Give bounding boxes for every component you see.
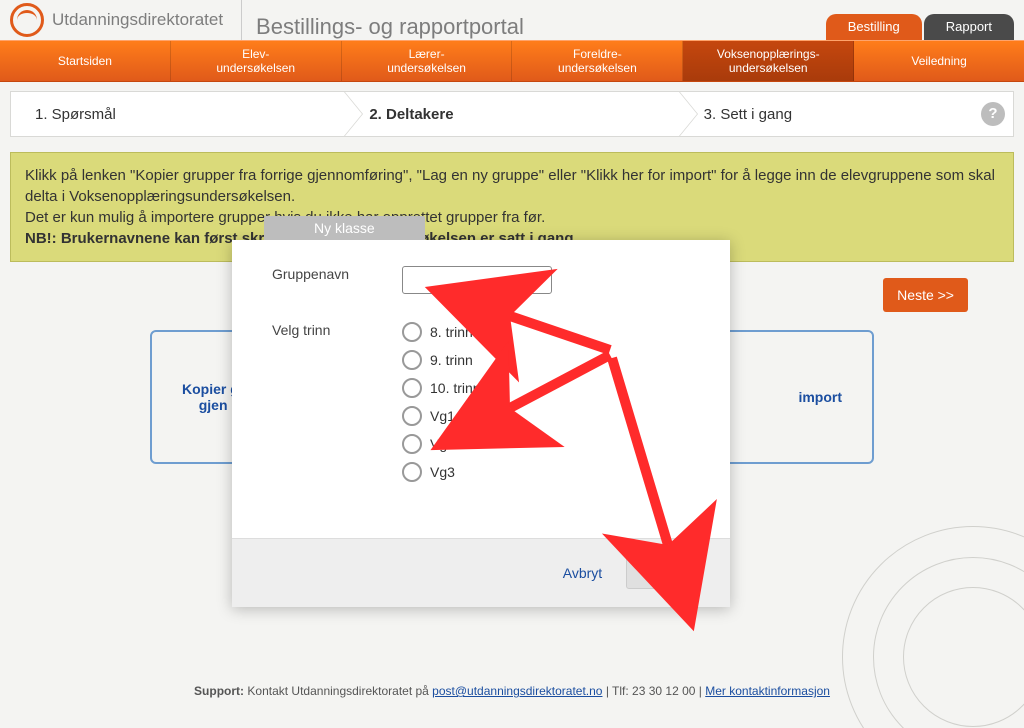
footer-tlf: | Tlf: 23 30 12 00 | xyxy=(606,684,705,698)
radio-vg3[interactable] xyxy=(402,462,422,482)
tab-rapport[interactable]: Rapport xyxy=(924,14,1014,40)
nav-voksen[interactable]: Voksenopplærings-undersøkelsen xyxy=(683,41,854,81)
info-line1: Klikk på lenken "Kopier grupper fra forr… xyxy=(25,165,999,207)
label-velg-trinn: Velg trinn xyxy=(272,322,402,338)
radio-10-trinn[interactable] xyxy=(402,378,422,398)
radio-vg2[interactable] xyxy=(402,434,422,454)
nav-startsiden[interactable]: Startsiden xyxy=(0,41,171,81)
radio-label-5: Vg3 xyxy=(430,464,455,480)
modal-ny-klasse: Ny klasse Gruppenavn Velg trinn 8. trinn… xyxy=(232,240,730,607)
logo-icon xyxy=(10,3,44,37)
radio-9-trinn[interactable] xyxy=(402,350,422,370)
help-icon[interactable]: ? xyxy=(981,102,1005,126)
step-1[interactable]: 1. Spørsmål xyxy=(10,91,345,137)
step-3[interactable]: 3. Sett i gang ? xyxy=(680,91,1014,137)
radio-vg1[interactable] xyxy=(402,406,422,426)
radio-label-4: Vg2 xyxy=(430,436,455,452)
wizard-steps: 1. Spørsmål 2. Deltakere 3. Sett i gang … xyxy=(10,92,1014,136)
footer-more-link[interactable]: Mer kontaktinformasjon xyxy=(705,684,830,698)
input-gruppenavn[interactable] xyxy=(402,266,552,294)
org-logo: Utdanningsdirektoratet xyxy=(10,0,242,40)
label-gruppenavn: Gruppenavn xyxy=(272,266,402,282)
main-nav: Startsiden Elev-undersøkelsen Lærer-unde… xyxy=(0,40,1024,82)
org-name: Utdanningsdirektoratet xyxy=(52,10,223,30)
info-line2: Det er kun mulig å importere grupper hvi… xyxy=(25,207,999,228)
radio-label-2: 10. trinn xyxy=(430,380,481,396)
modal-title: Ny klasse xyxy=(264,216,425,240)
radio-label-0: 8. trinn xyxy=(430,324,473,340)
radio-label-1: 9. trinn xyxy=(430,352,473,368)
radio-label-3: Vg1 xyxy=(430,408,455,424)
tab-bestilling[interactable]: Bestilling xyxy=(826,14,922,40)
nav-veiledning[interactable]: Veiledning xyxy=(854,41,1024,81)
footer-email-link[interactable]: post@utdanningsdirektoratet.no xyxy=(432,684,602,698)
footer-text1: Kontakt Utdanningsdirektoratet på xyxy=(247,684,432,698)
neste-button[interactable]: Neste >> xyxy=(883,278,968,312)
nav-laerer[interactable]: Lærer-undersøkelsen xyxy=(342,41,513,81)
lagre-button[interactable]: Lagre xyxy=(626,557,700,589)
step-2[interactable]: 2. Deltakere xyxy=(345,91,679,137)
nav-foreldre[interactable]: Foreldre-undersøkelsen xyxy=(512,41,683,81)
footer-prefix: Support: xyxy=(194,684,244,698)
avbryt-button[interactable]: Avbryt xyxy=(557,564,608,582)
radio-8-trinn[interactable] xyxy=(402,322,422,342)
portal-title: Bestillings- og rapportportal xyxy=(256,14,826,40)
decorative-circles xyxy=(842,526,1024,728)
link-import[interactable]: import xyxy=(798,389,842,405)
nav-elev[interactable]: Elev-undersøkelsen xyxy=(171,41,342,81)
